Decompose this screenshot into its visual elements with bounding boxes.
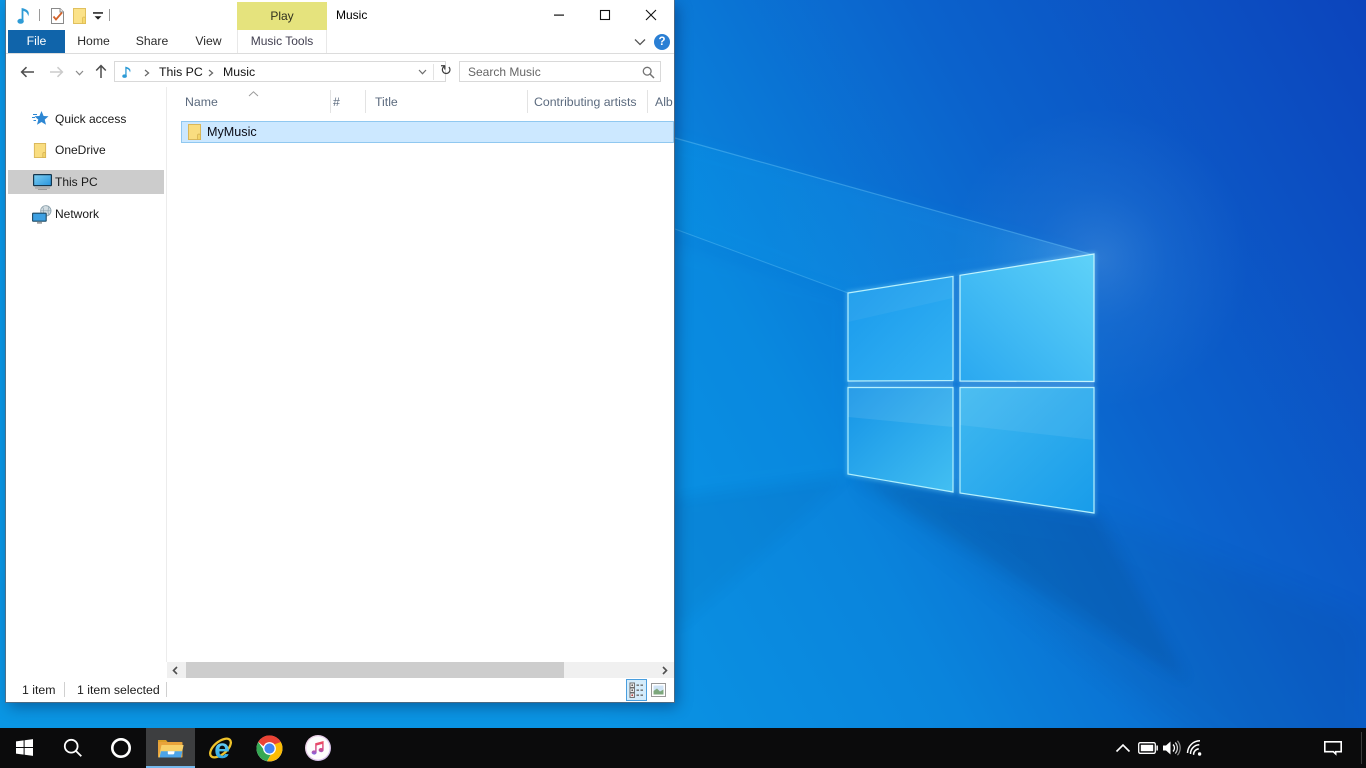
- svg-text:e: e: [214, 733, 230, 763]
